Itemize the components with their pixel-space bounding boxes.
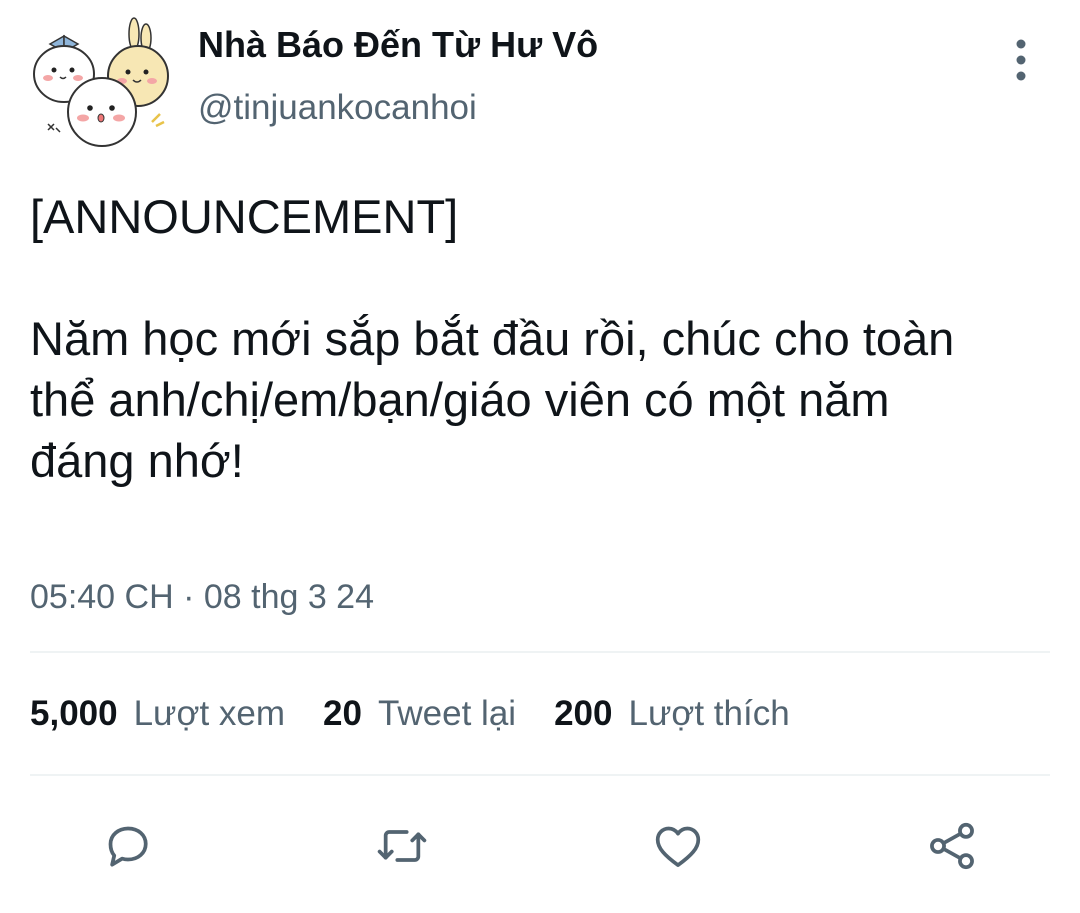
more-options-button[interactable] (1000, 36, 1042, 84)
author-display-name[interactable]: Nhà Báo Đến Từ Hư Vô (198, 24, 598, 66)
share-button[interactable] (922, 816, 982, 876)
views-count: 5,000 (30, 694, 118, 733)
likes-count: 200 (554, 694, 613, 733)
likes-label: Lượt thích (628, 694, 790, 733)
retweets-label: Tweet lại (377, 694, 517, 733)
reply-icon (108, 826, 148, 867)
views-label: Lượt xem (133, 694, 286, 733)
divider (30, 774, 1050, 776)
avatar[interactable] (30, 14, 172, 156)
reply-button[interactable] (98, 816, 158, 876)
retweet-button[interactable] (372, 816, 432, 876)
like-button[interactable] (648, 816, 708, 876)
retweets-count: 20 (323, 694, 362, 733)
divider (30, 651, 1050, 653)
avatar-illustration-icon (33, 17, 169, 147)
tweet-text-line: Năm học mới sắp bắt đầu rồi, chúc cho to… (30, 312, 955, 365)
share-icon (930, 822, 974, 870)
tweet-text: [ANNOUNCEMENT] Năm học mới sắp bắt đầu r… (30, 186, 1050, 491)
like-icon (655, 826, 701, 867)
tweet: Nhà Báo Đến Từ Hư Vô @tinjuankocanhoi [A… (0, 0, 1080, 913)
tweet-text-line: [ANNOUNCEMENT] (30, 190, 459, 243)
retweet-icon (377, 830, 427, 862)
more-vertical-icon (1016, 39, 1026, 81)
likes-stat[interactable]: 200 Lượt thích (554, 694, 790, 734)
retweets-stat[interactable]: 20 Tweet lại (323, 694, 516, 734)
tweet-text-line: đáng nhớ! (30, 434, 244, 487)
tweet-timestamp[interactable]: 05:40 CH · 08 thg 3 24 (30, 578, 374, 617)
tweet-text-line: thể anh/chị/em/bạn/giáo viên có một năm (30, 373, 890, 426)
views-stat[interactable]: 5,000 Lượt xem (30, 694, 285, 734)
tweet-stats: 5,000 Lượt xem 20 Tweet lại 200 Lượt thí… (30, 694, 828, 734)
author-handle[interactable]: @tinjuankocanhoi (198, 88, 477, 128)
